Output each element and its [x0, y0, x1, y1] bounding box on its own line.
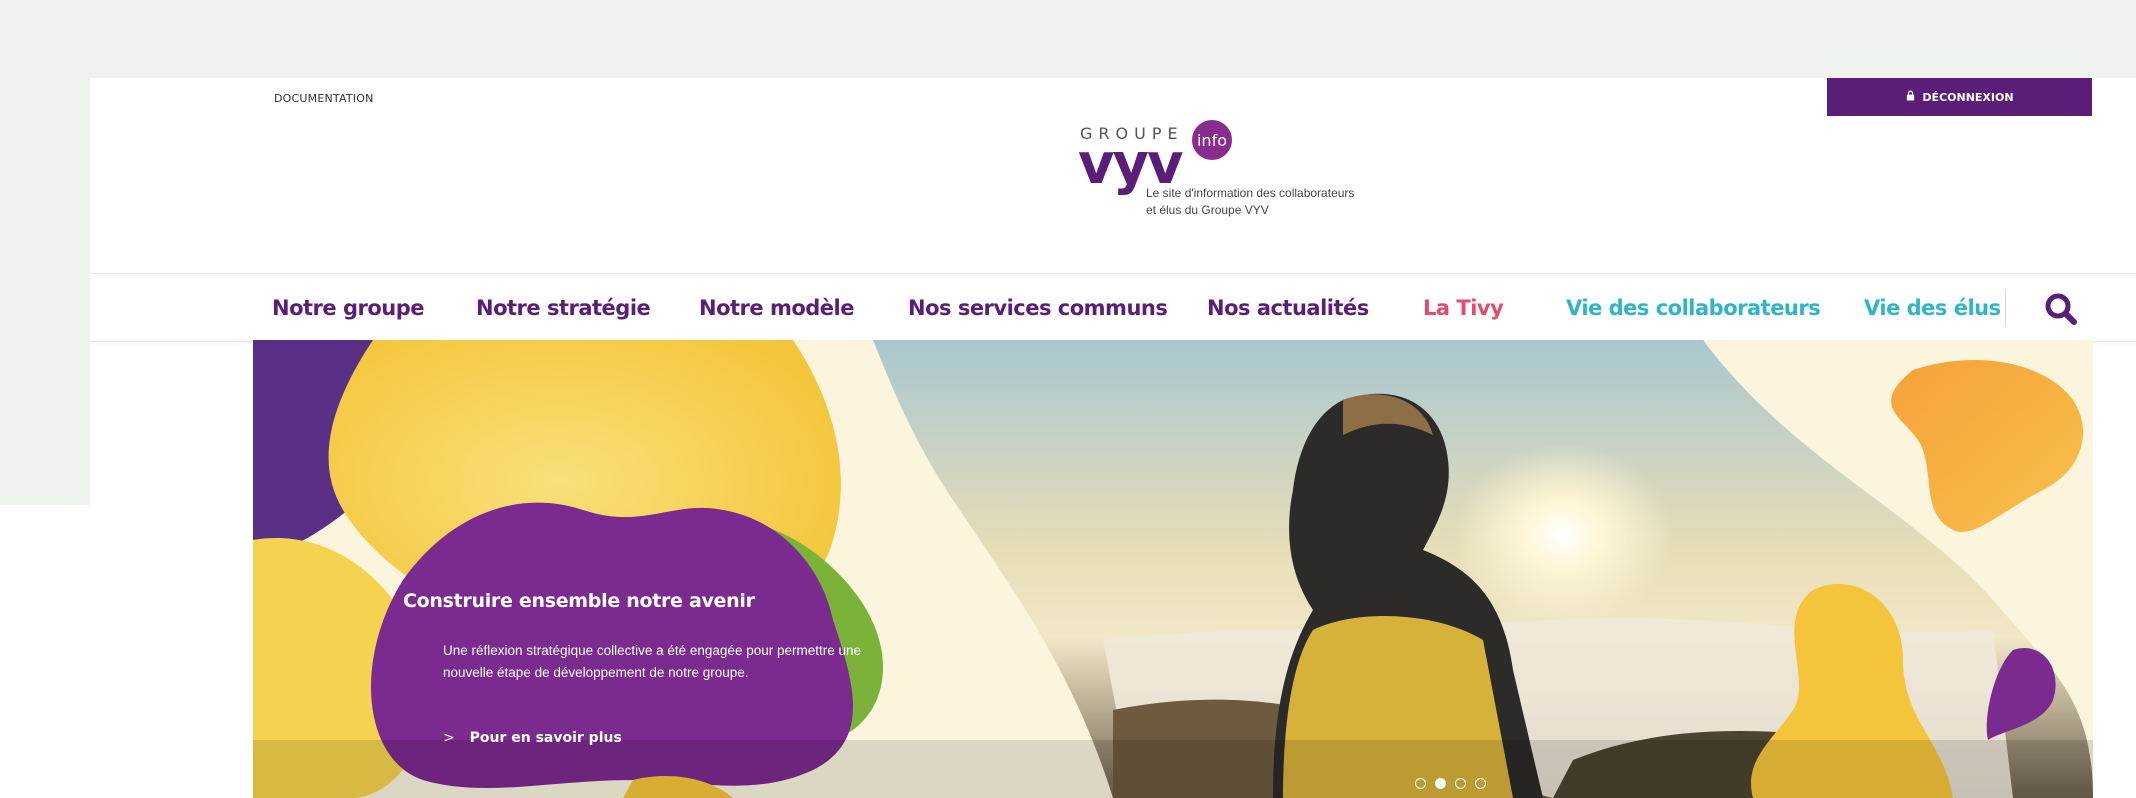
site-logo[interactable]: GROUPE vyv info Le site d'information de…	[1078, 118, 1500, 238]
carousel-pagination	[1415, 778, 1486, 789]
logo-tagline-line2: et élus du Groupe VYV	[1146, 203, 1269, 217]
logo-tagline: Le site d'information des collaborateurs…	[1146, 185, 1354, 219]
logo-info-badge: info	[1192, 120, 1232, 160]
hero-cta-link[interactable]: > Pour en savoir plus	[443, 730, 622, 746]
nav-item-vie-des-collaborateurs[interactable]: Vie des collaborateurs	[1566, 296, 1821, 320]
site-container: DOCUMENTATION DÉCONNEXION GROUPE vyv inf…	[90, 78, 2136, 798]
hero-cta-label: Pour en savoir plus	[469, 730, 622, 746]
lock-icon	[1905, 90, 1916, 104]
page-background-top	[0, 0, 2136, 78]
nav-item-vie-des-elus[interactable]: Vie des élus	[1864, 296, 2001, 320]
nav-item-notre-strategie[interactable]: Notre stratégie	[476, 296, 651, 320]
chevron-right-icon: >	[443, 730, 455, 746]
carousel-dot[interactable]	[1455, 778, 1466, 789]
carousel-dot[interactable]	[1475, 778, 1486, 789]
hero-description: Une réflexion stratégique collective a é…	[443, 643, 862, 680]
hero-carousel: Construire ensemble notre avenir Une réf…	[253, 340, 2093, 798]
documentation-link[interactable]: DOCUMENTATION	[274, 92, 374, 105]
main-navigation: Notre groupe Notre stratégie Notre modèl…	[90, 273, 2136, 342]
nav-item-nos-actualites[interactable]: Nos actualités	[1207, 296, 1369, 320]
logo-tagline-line1: Le site d'information des collaborateurs	[1146, 186, 1355, 200]
hero-title: Construire ensemble notre avenir	[403, 590, 755, 612]
nav-item-notre-modele[interactable]: Notre modèle	[699, 296, 854, 320]
search-icon[interactable]	[2041, 289, 2081, 329]
nav-divider	[2005, 289, 2006, 327]
carousel-dot[interactable]	[1415, 778, 1426, 789]
nav-item-la-tivy[interactable]: La Tivy	[1423, 296, 1504, 320]
carousel-dot-active[interactable]	[1435, 778, 1446, 789]
logout-label: DÉCONNEXION	[1922, 90, 2014, 104]
logout-button[interactable]: DÉCONNEXION	[1827, 78, 2092, 116]
nav-item-nos-services-communs[interactable]: Nos services communs	[908, 296, 1168, 320]
nav-item-notre-groupe[interactable]: Notre groupe	[272, 296, 425, 320]
page-background-left	[0, 0, 90, 505]
